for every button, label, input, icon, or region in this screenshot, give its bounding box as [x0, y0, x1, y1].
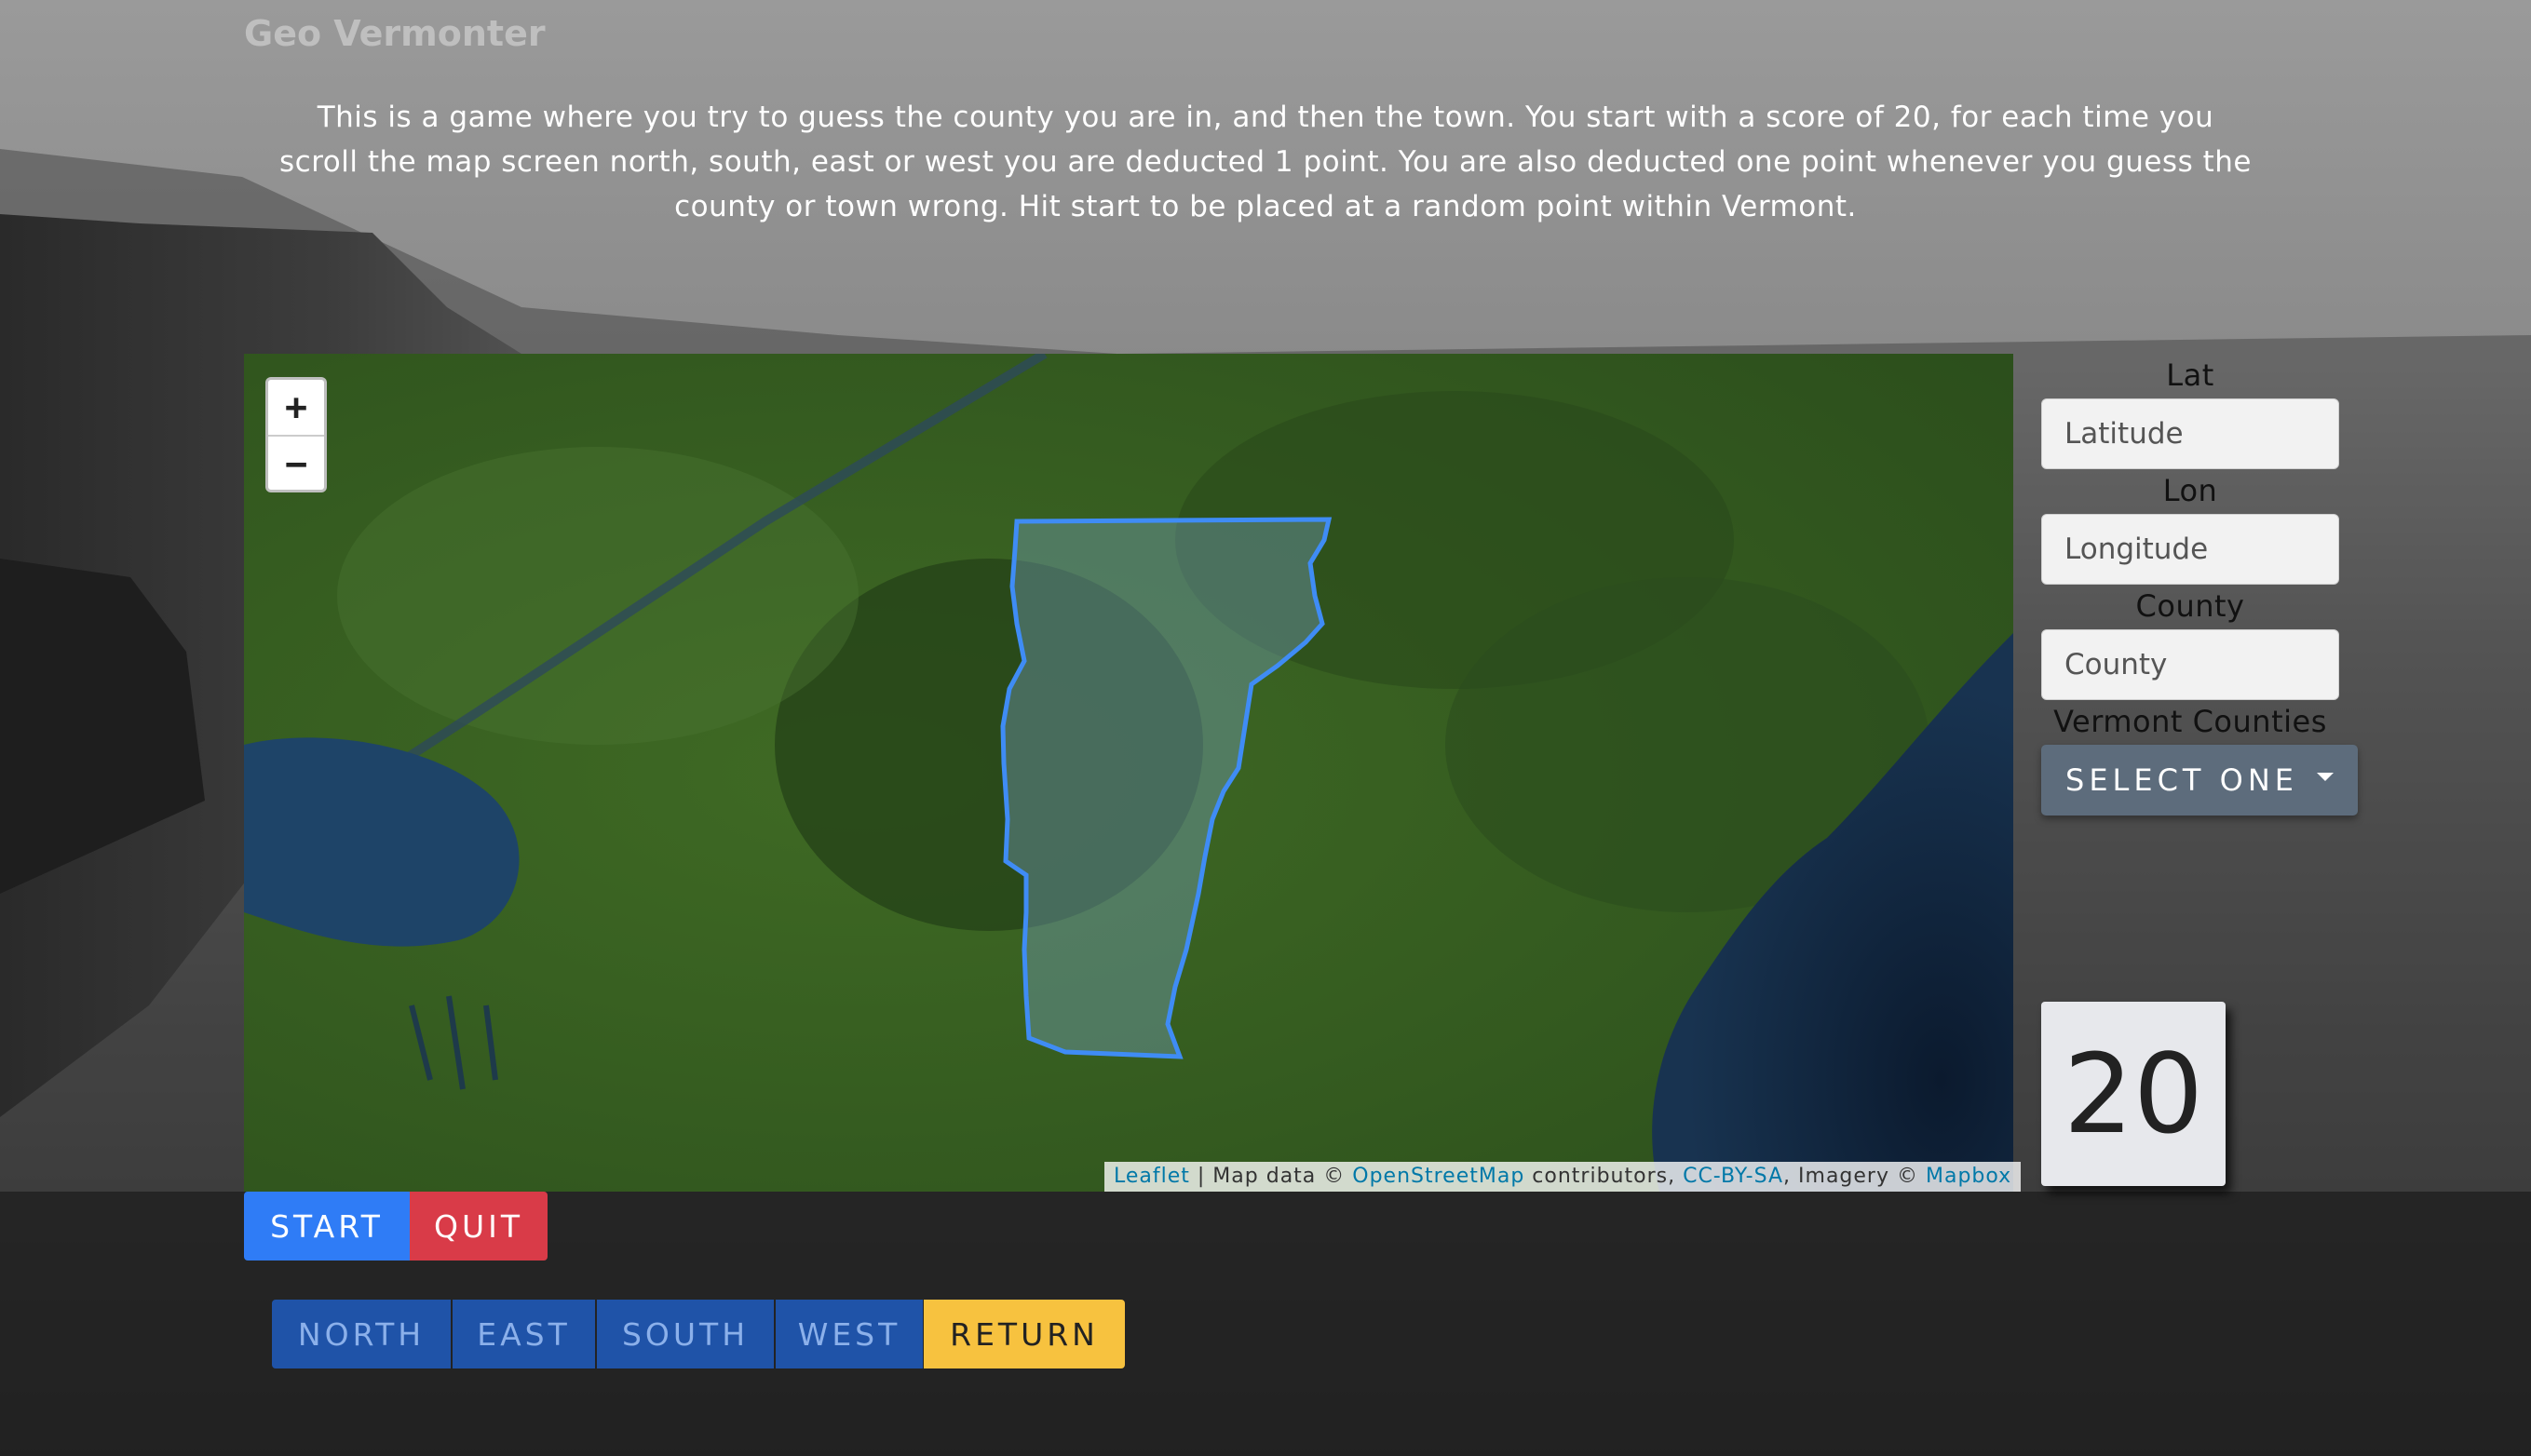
score-display: 20: [2041, 1002, 2226, 1186]
zoom-control: + −: [265, 377, 327, 492]
county-label: County: [2135, 588, 2245, 624]
app-title: Geo Vermonter: [244, 13, 546, 54]
lat-label: Lat: [2166, 357, 2214, 393]
map-attribution: Leaflet | Map data © OpenStreetMap contr…: [1104, 1162, 2022, 1192]
attribution-text-1: | Map data ©: [1189, 1165, 1353, 1188]
east-button[interactable]: EAST: [453, 1300, 595, 1368]
zoom-out-button[interactable]: −: [268, 437, 324, 490]
longitude-input[interactable]: [2041, 514, 2339, 585]
satellite-imagery: [244, 354, 2013, 1192]
latitude-input[interactable]: [2041, 398, 2339, 469]
county-input[interactable]: [2041, 629, 2339, 700]
lon-label: Lon: [2162, 473, 2218, 508]
map-view[interactable]: [244, 354, 2013, 1192]
north-button[interactable]: NORTH: [272, 1300, 451, 1368]
county-select-dropdown[interactable]: SELECT ONE: [2041, 745, 2358, 816]
vermont-counties-label: Vermont Counties: [2053, 704, 2327, 739]
mapbox-link[interactable]: Mapbox: [1926, 1165, 2011, 1188]
quit-button[interactable]: QUIT: [410, 1192, 548, 1261]
zoom-in-button[interactable]: +: [268, 380, 324, 437]
start-button[interactable]: START: [244, 1192, 410, 1261]
attribution-text-2: contributors,: [1524, 1165, 1684, 1188]
leaflet-link[interactable]: Leaflet: [1114, 1165, 1190, 1188]
south-button[interactable]: SOUTH: [597, 1300, 774, 1368]
intro-text: This is a game where you try to guess th…: [279, 101, 2252, 223]
caret-down-icon: [2316, 772, 2334, 781]
attribution-text-3: , Imagery ©: [1783, 1165, 1926, 1188]
return-button[interactable]: RETURN: [924, 1300, 1125, 1368]
west-button[interactable]: WEST: [776, 1300, 923, 1368]
license-link[interactable]: CC-BY-SA: [1683, 1165, 1783, 1188]
openstreetmap-link[interactable]: OpenStreetMap: [1352, 1165, 1524, 1188]
select-label: SELECT ONE: [2065, 762, 2298, 798]
